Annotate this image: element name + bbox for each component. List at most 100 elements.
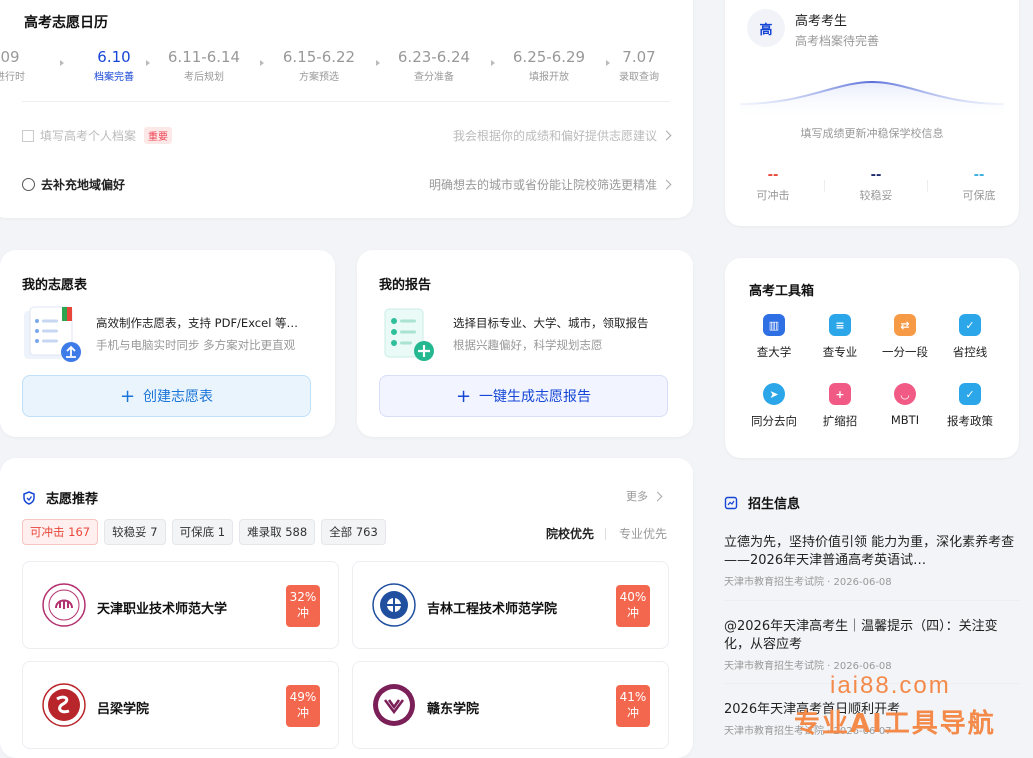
- task-profile-label: 填写高考个人档案: [40, 129, 137, 143]
- stat-wen[interactable]: -- 较稳妥: [836, 168, 916, 203]
- policy-icon: ✓: [959, 383, 981, 405]
- my-forms-desc: 高效制作志愿表，支持 PDF/Excel 等…: [96, 316, 299, 330]
- same-score-icon: ➤: [763, 383, 785, 405]
- university-logo-icon: [372, 583, 416, 627]
- university-card[interactable]: 天津职业技术师范大学 32% 冲: [22, 561, 339, 649]
- recommend-title: 志愿推荐: [46, 492, 99, 507]
- toolbox-card: 高考工具箱 ▥ 查大学 ≡ 查专业 ⇄ 一分一段 ✓ 省控线 ➤ 同分去向 + 扩缩招 ◡ M…: [725, 258, 1019, 458]
- step-arrow-icon: [60, 60, 64, 66]
- step-arrow-icon: [260, 60, 264, 66]
- sort-major[interactable]: 专业优先: [619, 525, 667, 542]
- news-header: 招生信息: [724, 493, 800, 512]
- university-card[interactable]: 赣东学院 41% 冲: [352, 661, 669, 749]
- my-forms-title: 我的志愿表: [22, 278, 88, 293]
- my-report-desc: 选择目标专业、大学、城市，领取报告: [453, 316, 649, 330]
- create-form-button-label: 创建志愿表: [143, 389, 214, 405]
- step-4[interactable]: 6.23-6.24 查分准备: [389, 48, 479, 83]
- news-icon: [724, 496, 738, 509]
- step-2[interactable]: 6.11-6.14 考后规划: [159, 48, 249, 83]
- task-profile-hint: 我会根据你的成绩和偏好提供志愿建议: [452, 129, 657, 143]
- score-rank-icon: ⇄: [894, 314, 916, 336]
- divider: [927, 180, 928, 192]
- profile-hint: 填写成绩更新冲稳保学校信息: [800, 127, 944, 140]
- profile-card: 高 高考考生 高考档案待完善 填写成绩更新冲稳保学校信息 -- 可冲击 -- 较稳妥…: [725, 0, 1019, 226]
- task-region-hint: 明确想去的城市或省份能让院校筛选更精准: [428, 178, 657, 192]
- step-3[interactable]: 6.15-6.22 方案预选: [274, 48, 364, 83]
- create-form-button[interactable]: + 创建志愿表: [22, 375, 311, 417]
- watermark-text: 专业AI工具导航: [794, 709, 996, 739]
- probability-badge: 40% 冲: [616, 585, 650, 627]
- plus-icon: +: [119, 385, 136, 407]
- task-region-label: 去补充地域偏好: [41, 178, 126, 192]
- mbti-icon: ◡: [894, 383, 916, 405]
- university-card[interactable]: 吕梁学院 49% 冲: [22, 661, 339, 749]
- calendar-title: 高考志愿日历: [24, 15, 108, 31]
- probability-badge: 32% 冲: [286, 585, 320, 627]
- filter-bao[interactable]: 可保底 1: [171, 519, 234, 545]
- tool-major[interactable]: ≡ 查专业: [810, 314, 870, 360]
- stat-chong[interactable]: -- 可冲击: [733, 168, 813, 203]
- filter-wen[interactable]: 较稳妥 7: [104, 519, 166, 545]
- tool-enrollment[interactable]: + 扩缩招: [810, 383, 870, 429]
- watermark-url: iai88.com: [830, 672, 951, 699]
- toolbox-title: 高考工具箱: [749, 284, 815, 299]
- step-6[interactable]: 7.07 录取查询: [594, 48, 684, 83]
- tool-mbti[interactable]: ◡ MBTI: [875, 383, 935, 427]
- major-icon: ≡: [829, 314, 851, 336]
- my-forms-subdesc: 手机与电脑实时同步 多方案对比更直观: [96, 338, 296, 352]
- province-line-icon: ✓: [959, 314, 981, 336]
- more-link[interactable]: 更多: [626, 488, 663, 504]
- step-arrow-icon: [491, 60, 495, 66]
- stat-bao[interactable]: -- 可保底: [939, 168, 1019, 203]
- news-item[interactable]: @2026年天津高考生｜温馨提示（四）：关注变化，从容应考 天津市教育招生考试院 …: [724, 618, 1020, 672]
- important-badge: 重要: [144, 127, 173, 144]
- task-region[interactable]: 去补充地域偏好 明确想去的城市或省份能让院校筛选更精准: [22, 176, 672, 193]
- shield-icon: [23, 490, 35, 505]
- filter-tabs: 可冲击 167 较稳妥 7 可保底 1 难录取 588 全部 763: [22, 519, 392, 545]
- tool-same-score[interactable]: ➤ 同分去向: [744, 383, 804, 429]
- university-logo-icon: [373, 684, 415, 726]
- divider: [605, 528, 606, 540]
- tool-university[interactable]: ▥ 查大学: [744, 314, 804, 360]
- avatar[interactable]: 高: [747, 9, 785, 47]
- tool-score-rank[interactable]: ⇄ 一分一段: [875, 314, 935, 360]
- step-arrow-icon: [146, 60, 150, 66]
- chevron-right-icon: [661, 130, 672, 141]
- university-name: 天津职业技术师范大学: [97, 602, 228, 617]
- my-report-title: 我的报告: [379, 278, 432, 293]
- form-document-icon: [24, 306, 81, 362]
- filter-chong[interactable]: 可冲击 167: [22, 519, 99, 545]
- university-logo-icon: [42, 583, 86, 627]
- calendar-card: 高考志愿日历 09进行时 6.10档案完善 6.11-6.14考后规划 6.15…: [0, 0, 693, 218]
- university-card[interactable]: 吉林工程技术师范学院 40% 冲: [352, 561, 669, 649]
- report-document-icon: [384, 308, 434, 361]
- step-5[interactable]: 6.25-6.29 填报开放: [504, 48, 594, 83]
- radio-icon[interactable]: [22, 178, 35, 191]
- probability-badge: 41% 冲: [616, 685, 650, 727]
- task-profile[interactable]: 填写高考个人档案 重要 我会根据你的成绩和偏好提供志愿建议: [22, 127, 672, 144]
- generate-report-button[interactable]: + 一键生成志愿报告: [379, 375, 668, 417]
- filter-all[interactable]: 全部 763: [321, 519, 386, 545]
- filter-hard[interactable]: 难录取 588: [239, 519, 316, 545]
- generate-report-button-label: 一键生成志愿报告: [479, 389, 592, 405]
- divider: [824, 180, 825, 192]
- recommend-card: 志愿推荐 更多 可冲击 167 较稳妥 7 可保底 1 难录取 588 全部 7…: [0, 458, 693, 758]
- tool-policy[interactable]: ✓ 报考政策: [940, 383, 1000, 429]
- step-0[interactable]: 09进行时: [0, 48, 55, 83]
- probability-badge: 49% 冲: [286, 685, 320, 727]
- university-name: 吉林工程技术师范学院: [427, 602, 558, 617]
- my-forms-card: 我的志愿表 高效制作志愿表，支持 PDF/Excel 等… 手机与电脑实时同步 …: [0, 250, 335, 437]
- chevron-right-icon: [661, 179, 672, 190]
- sort-school[interactable]: 院校优先: [546, 525, 594, 542]
- news-item[interactable]: 立德为先，坚持价值引领 能力为重，深化素养考查——2026年天津普通高考英语试……: [724, 534, 1020, 588]
- university-icon: ▥: [763, 314, 785, 336]
- profile-sub: 高考档案待完善: [795, 34, 880, 48]
- plus-icon: +: [455, 385, 472, 407]
- my-report-card: 我的报告 选择目标专业、大学、城市，领取报告 根据兴趣偏好，科学规划志愿 + 一…: [357, 250, 693, 437]
- step-arrow-icon: [376, 60, 380, 66]
- my-report-subdesc: 根据兴趣偏好，科学规划志愿: [453, 338, 603, 352]
- university-logo-icon: [42, 683, 86, 727]
- news-title: 招生信息: [748, 497, 801, 512]
- university-name: 赣东学院: [427, 702, 480, 717]
- tool-province-line[interactable]: ✓ 省控线: [940, 314, 1000, 360]
